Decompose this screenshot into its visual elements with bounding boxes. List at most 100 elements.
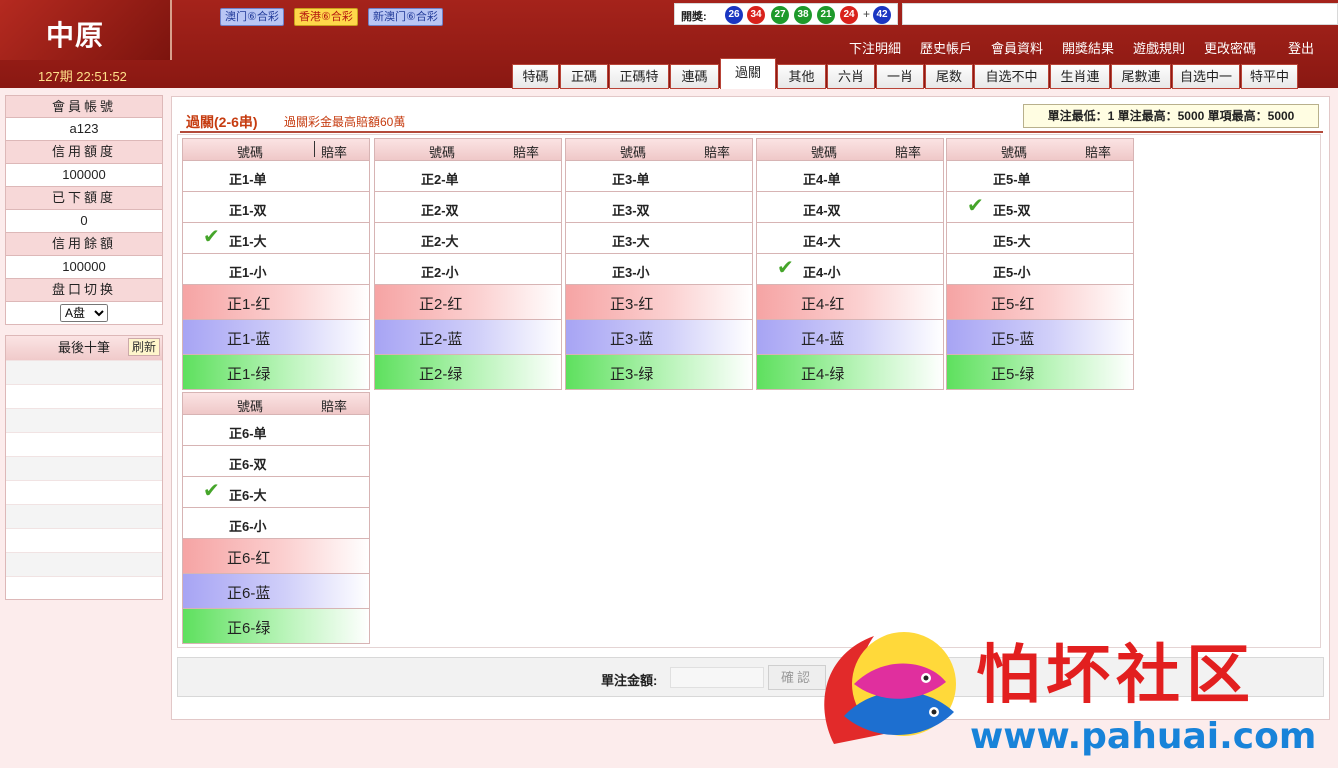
pan-select[interactable]: A盘: [60, 304, 108, 322]
bet-option-label: 正2-大: [421, 234, 459, 249]
play-tab[interactable]: 尾数: [925, 64, 973, 89]
color-bet-row[interactable]: 正1-蓝: [183, 320, 369, 355]
color-bet-label: 正1-蓝: [227, 331, 271, 348]
bet-option-row[interactable]: 正1-单: [183, 161, 369, 192]
bet-option-row[interactable]: 正5-小: [947, 254, 1133, 285]
watermark-url: www.pahuai.com: [970, 716, 1317, 757]
color-bet-row[interactable]: 正2-蓝: [375, 320, 561, 355]
color-bet-row[interactable]: 正5-红: [947, 285, 1133, 320]
last-ten-row: [6, 528, 162, 552]
top-link[interactable]: 開獎結果: [1062, 38, 1114, 57]
top-link[interactable]: 下注明細: [849, 38, 901, 57]
bet-option-row[interactable]: ✔ 正1-大: [183, 223, 369, 254]
top-link[interactable]: 遊戲規則: [1133, 38, 1185, 57]
bet-option-row[interactable]: 正6-小: [183, 508, 369, 539]
bet-option-row[interactable]: 正4-双: [757, 192, 943, 223]
color-bet-row[interactable]: 正1-绿: [183, 355, 369, 390]
bet-option-row[interactable]: ✔ 正6-大: [183, 477, 369, 508]
page-title: 過關(2-6串): [186, 114, 258, 130]
play-tab[interactable]: 其他: [777, 64, 826, 89]
top-link[interactable]: 歷史帳戶: [920, 38, 972, 57]
bet-option-row[interactable]: 正4-单: [757, 161, 943, 192]
bet-option-row[interactable]: 正3-小: [566, 254, 752, 285]
odds-group-header: 號碼 賠率: [375, 138, 561, 161]
play-tab[interactable]: 自选不中: [974, 64, 1049, 89]
color-bet-label: 正1-绿: [227, 366, 271, 383]
draw-label: 開獎:: [681, 11, 707, 23]
lottery-tab[interactable]: 新澳门⑥合彩: [368, 8, 443, 26]
play-tab[interactable]: 連碼: [670, 64, 719, 89]
color-bet-row[interactable]: 正2-红: [375, 285, 561, 320]
bet-option-row[interactable]: 正2-单: [375, 161, 561, 192]
color-bet-row[interactable]: 正6-绿: [183, 609, 369, 644]
color-bet-row[interactable]: 正6-蓝: [183, 574, 369, 609]
bet-option-row[interactable]: 正2-大: [375, 223, 561, 254]
play-tab[interactable]: 生肖連: [1050, 64, 1110, 89]
bet-option-row[interactable]: ✔ 正5-双: [947, 192, 1133, 223]
bet-option-label: 正1-大: [229, 234, 267, 249]
bet-option-label: 正5-双: [993, 203, 1031, 218]
color-bet-row[interactable]: 正4-绿: [757, 355, 943, 390]
color-bet-row[interactable]: 正5-蓝: [947, 320, 1133, 355]
top-link[interactable]: 更改密碼: [1204, 38, 1256, 57]
color-bet-row[interactable]: 正2-绿: [375, 355, 561, 390]
color-bet-row[interactable]: 正6-红: [183, 539, 369, 574]
color-bet-row[interactable]: 正3-绿: [566, 355, 752, 390]
bet-option-row[interactable]: ✔ 正4-小: [757, 254, 943, 285]
play-tab[interactable]: 正碼特: [609, 64, 669, 89]
color-bet-row[interactable]: 正1-红: [183, 285, 369, 320]
watermark: 怕坏社区 www.pahuai.com: [810, 620, 1338, 768]
lottery-tab[interactable]: 澳门⑥合彩: [220, 8, 284, 26]
color-bet-label: 正2-绿: [419, 366, 463, 383]
refresh-button[interactable]: 刷新: [127, 338, 160, 356]
play-tab[interactable]: 六肖: [827, 64, 875, 89]
color-bet-row[interactable]: 正3-蓝: [566, 320, 752, 355]
play-tab[interactable]: 過關: [720, 58, 776, 89]
bet-option-row[interactable]: 正4-大: [757, 223, 943, 254]
checkmark-icon: ✔: [777, 257, 794, 279]
play-tab[interactable]: 尾數連: [1111, 64, 1171, 89]
play-tab[interactable]: 正碼: [560, 64, 608, 89]
number-column-header: 號碼: [811, 145, 838, 160]
top-link[interactable]: 會員資料: [991, 38, 1043, 57]
bet-option-row[interactable]: 正1-小: [183, 254, 369, 285]
bet-option-label: 正5-小: [993, 265, 1031, 280]
odds-group-header: 號碼 賠率: [183, 392, 369, 415]
last-ten-row: [6, 408, 162, 432]
top-link[interactable]: 登出: [1288, 38, 1314, 57]
last-ten-label: 最後十筆: [57, 340, 110, 355]
color-bet-label: 正3-红: [610, 296, 654, 313]
last-ten-row: [6, 552, 162, 576]
bet-option-label: 正5-大: [993, 234, 1031, 249]
bet-option-row[interactable]: 正6-双: [183, 446, 369, 477]
color-bet-row[interactable]: 正5-绿: [947, 355, 1133, 390]
bet-option-label: 正6-大: [229, 488, 267, 503]
play-tab[interactable]: 特碼: [512, 64, 559, 89]
bet-option-row[interactable]: 正5-单: [947, 161, 1133, 192]
bet-option-row[interactable]: 正2-双: [375, 192, 561, 223]
color-bet-row[interactable]: 正4-红: [757, 285, 943, 320]
lottery-tab[interactable]: 香港⑥合彩: [294, 8, 358, 26]
bet-option-row[interactable]: 正5-大: [947, 223, 1133, 254]
bet-option-row[interactable]: 正3-单: [566, 161, 752, 192]
color-bet-row[interactable]: 正4-蓝: [757, 320, 943, 355]
member-field-label: 信用額度: [5, 141, 163, 164]
last-ten-row: [6, 432, 162, 456]
color-bet-label: 正2-蓝: [419, 331, 463, 348]
play-tab[interactable]: 自选中一: [1172, 64, 1240, 89]
bet-option-row[interactable]: 正6-单: [183, 415, 369, 446]
number-column-header: 號碼: [1001, 145, 1028, 160]
bet-option-row[interactable]: 正3-大: [566, 223, 752, 254]
bet-option-label: 正4-大: [803, 234, 841, 249]
color-bet-label: 正6-红: [227, 550, 271, 567]
play-tab[interactable]: 一肖: [876, 64, 924, 89]
bet-option-row[interactable]: 正2-小: [375, 254, 561, 285]
bet-option-row[interactable]: 正1-双: [183, 192, 369, 223]
bet-option-row[interactable]: 正3-双: [566, 192, 752, 223]
bet-amount-input[interactable]: [670, 667, 764, 688]
odds-group: 號碼 賠率 正6-单 正6-双 ✔ 正6-大 正6-小正6-红正6-蓝 正6-绿: [182, 392, 370, 644]
color-bet-row[interactable]: 正3-红: [566, 285, 752, 320]
play-tab[interactable]: 特平中: [1241, 64, 1298, 89]
odds-column-header: 賠率: [320, 145, 347, 160]
last-ten-row: [6, 504, 162, 528]
